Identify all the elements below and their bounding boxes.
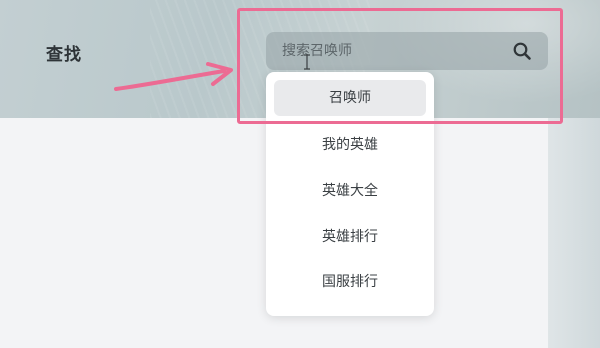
menu-item-summoner[interactable]: 召唤师 <box>274 80 426 116</box>
text-cursor-icon <box>304 54 310 70</box>
app-window: 查找 召唤师 我的英雄 英雄大全 英雄排行 国服排行 <box>0 0 600 348</box>
search-input[interactable] <box>282 32 502 70</box>
menu-item-hero-encyclopedia[interactable]: 英雄大全 <box>274 173 426 209</box>
page-title: 查找 <box>46 45 82 65</box>
right-side-panel <box>548 118 600 348</box>
menu-item-hero-ranking[interactable]: 英雄排行 <box>274 219 426 255</box>
search-icon[interactable] <box>512 41 532 61</box>
menu-item-server-ranking[interactable]: 国服排行 <box>274 264 426 300</box>
menu-item-my-heroes[interactable]: 我的英雄 <box>274 127 426 163</box>
search-dropdown-menu: 召唤师 我的英雄 英雄大全 英雄排行 国服排行 <box>266 72 434 316</box>
